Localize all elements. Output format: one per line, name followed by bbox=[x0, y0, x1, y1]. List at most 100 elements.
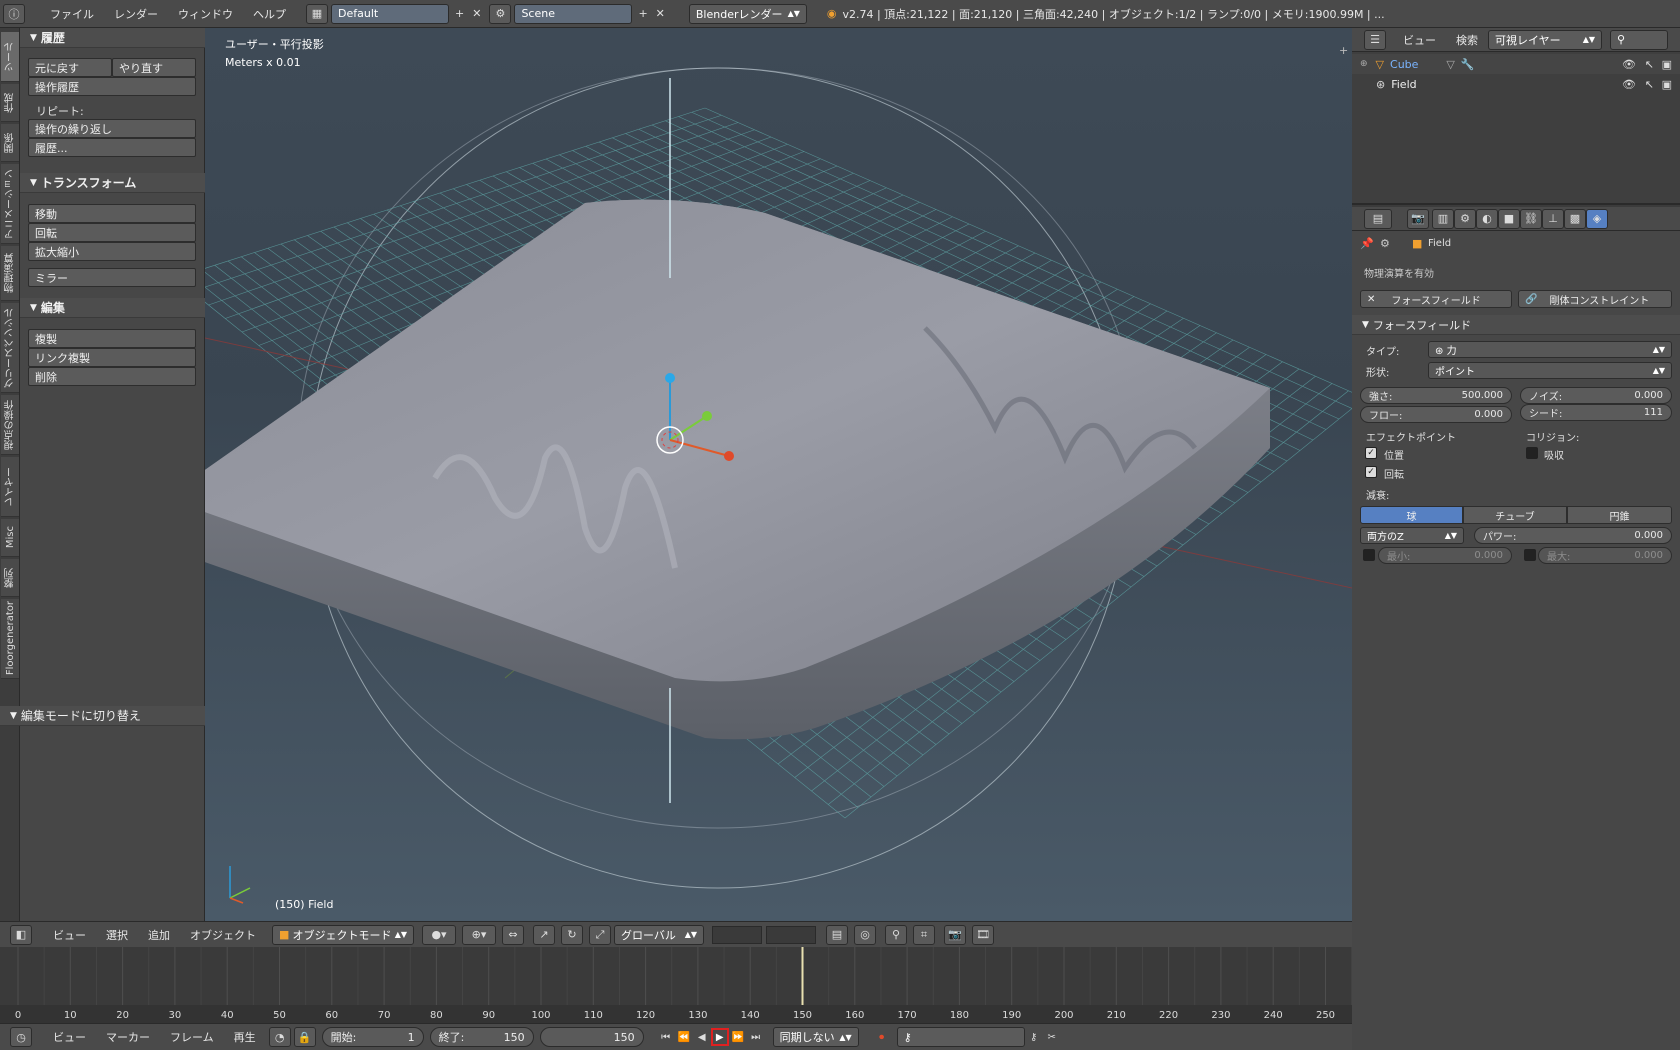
shape-select[interactable]: ポイント ▲▼ bbox=[1428, 362, 1672, 379]
tl-menu-playback[interactable]: 再生 bbox=[224, 1029, 266, 1045]
vtab-1[interactable]: 作成 bbox=[1, 84, 19, 122]
opengl-render-icon[interactable]: 📷 bbox=[944, 924, 966, 945]
world-tab-icon[interactable]: ◐ bbox=[1476, 208, 1498, 229]
rotate-manipulator-icon[interactable]: ↻ bbox=[561, 924, 583, 945]
max-field[interactable]: 最大: 0.000 bbox=[1538, 547, 1672, 564]
render-preview-icon[interactable]: ◎ bbox=[854, 924, 876, 945]
delete-button[interactable]: 削除 bbox=[28, 367, 196, 386]
vp-menu-select[interactable]: 選択 bbox=[96, 927, 138, 943]
mode-panel-header[interactable]: ▼ 編集モードに切り替え bbox=[0, 706, 205, 726]
lock-time-icon[interactable]: 🔒 bbox=[293, 1027, 316, 1047]
duplicate-linked-button[interactable]: リンク複製 bbox=[28, 348, 196, 367]
record-icon[interactable]: ⏺ bbox=[873, 1028, 891, 1046]
force-field-remove-button[interactable]: ✕ フォースフィールド bbox=[1360, 290, 1512, 308]
falloff-tab-cone[interactable]: 円錐 bbox=[1567, 506, 1672, 524]
shading-select[interactable]: ●▾ bbox=[422, 924, 456, 945]
mirror-button[interactable]: ミラー bbox=[28, 268, 196, 287]
undo-button[interactable]: 元に戻す bbox=[28, 58, 112, 77]
visibility-eye-icon[interactable]: 👁 bbox=[1622, 78, 1636, 91]
undo-history-button[interactable]: 操作履歴 bbox=[28, 77, 196, 96]
vp-menu-object[interactable]: オブジェクト bbox=[180, 927, 266, 943]
vtab-2[interactable]: 関係 bbox=[1, 124, 19, 162]
strength-field[interactable]: 強さ: 500.000 bbox=[1360, 387, 1512, 404]
render-camera-icon[interactable]: ▣ bbox=[1662, 58, 1672, 71]
min-field[interactable]: 最小: 0.000 bbox=[1378, 547, 1512, 564]
noise-field[interactable]: ノイズ: 0.000 bbox=[1520, 387, 1672, 404]
layer-buttons-2[interactable] bbox=[766, 925, 816, 944]
absorb-checkbox[interactable] bbox=[1526, 447, 1538, 459]
falloff-tab-tube[interactable]: チューブ bbox=[1463, 506, 1567, 524]
scale-button[interactable]: 拡大縮小 bbox=[28, 242, 196, 261]
screen-layout-field[interactable]: Default bbox=[331, 3, 449, 24]
use-min-checkbox[interactable] bbox=[1363, 549, 1375, 561]
object-name[interactable]: Cube bbox=[1390, 58, 1418, 71]
outliner-menu-view[interactable]: ビュー bbox=[1393, 32, 1446, 48]
type-select[interactable]: ⊛ 力 ▲▼ bbox=[1428, 341, 1672, 358]
render-engine-select[interactable]: Blenderレンダー ▲▼ bbox=[688, 3, 807, 24]
start-frame-field[interactable]: 開始: 1 bbox=[321, 1027, 424, 1047]
outliner-row-cube[interactable]: ⊕ ▽ Cube ▽ 🔧 👁 ↖ ▣ bbox=[1352, 54, 1680, 74]
preview-range-icon[interactable]: ◔ bbox=[268, 1027, 291, 1047]
play-reverse-icon[interactable]: ◀ bbox=[693, 1028, 711, 1046]
scene-tab-icon[interactable]: ⚙ bbox=[1454, 208, 1476, 229]
outliner-row-field[interactable]: ⊛ Field 👁 ↖ ▣ bbox=[1352, 74, 1680, 94]
vtab-3[interactable]: アニメーション bbox=[1, 164, 19, 244]
use-max-checkbox[interactable] bbox=[1524, 549, 1536, 561]
jump-keyframe-back-icon[interactable]: ⏪ bbox=[675, 1028, 693, 1046]
editor-type-icon[interactable]: ◧ bbox=[10, 924, 32, 945]
timeline-editor-icon[interactable]: ◷ bbox=[10, 1027, 32, 1047]
redo-button[interactable]: やり直す bbox=[112, 58, 196, 77]
pivot-select[interactable]: ⊕▾ bbox=[462, 924, 496, 945]
object-tab-icon[interactable]: ■ bbox=[1498, 208, 1520, 229]
object-name[interactable]: Field bbox=[1391, 78, 1416, 91]
repeat-history-button[interactable]: 履歴... bbox=[28, 138, 196, 157]
vtab-7[interactable]: レイヤー bbox=[1, 457, 19, 517]
vtab-4[interactable]: 物理演算 bbox=[1, 246, 19, 301]
jump-end-icon[interactable]: ⏭ bbox=[747, 1028, 765, 1046]
select-arrow-icon[interactable]: ↖ bbox=[1645, 58, 1654, 71]
3d-viewport[interactable]: ユーザー・平行投影 Meters x 0.01 (150) Field + bbox=[205, 28, 1352, 921]
layer-buttons-1[interactable] bbox=[712, 925, 762, 944]
vtab-5[interactable]: グリースペンシル bbox=[1, 303, 19, 393]
add-scene-button[interactable]: + bbox=[632, 4, 653, 24]
render-camera-icon[interactable]: ▣ bbox=[1662, 78, 1672, 91]
flow-field[interactable]: フロー: 0.000 bbox=[1360, 406, 1512, 423]
end-frame-field[interactable]: 終了: 150 bbox=[429, 1027, 534, 1047]
vtab-0[interactable]: ツール bbox=[1, 32, 19, 82]
seed-field[interactable]: シード: 111 bbox=[1520, 404, 1672, 421]
vtab-6[interactable]: 視点の操作 bbox=[1, 395, 19, 455]
remove-scene-button[interactable]: ✕ bbox=[654, 4, 667, 24]
scene-field[interactable]: Scene bbox=[514, 3, 633, 24]
texture-tab-icon[interactable]: ▩ bbox=[1564, 208, 1586, 229]
remove-layout-button[interactable]: ✕ bbox=[470, 4, 483, 24]
play-icon[interactable]: ▶ bbox=[710, 1028, 729, 1046]
outliner-search-input[interactable]: ⚲ bbox=[1610, 29, 1668, 50]
tl-menu-frame[interactable]: フレーム bbox=[160, 1029, 224, 1045]
render-tab-icon[interactable]: 📷 bbox=[1407, 208, 1429, 229]
snap-toggle-icon[interactable]: ⚲ bbox=[885, 924, 907, 945]
expand-icon[interactable]: + bbox=[1339, 44, 1348, 57]
sync-select[interactable]: 同期しない ▲▼ bbox=[772, 1027, 859, 1047]
rotation-checkbox[interactable]: ✓ bbox=[1365, 466, 1377, 478]
vtab-9[interactable]: 整列 bbox=[1, 559, 19, 597]
delete-keyframe-icon[interactable]: ✂ bbox=[1043, 1028, 1061, 1046]
falloff-tab-sphere[interactable]: 球 bbox=[1360, 506, 1463, 524]
edit-panel-header[interactable]: ▼ 編集 bbox=[20, 298, 205, 318]
history-panel-header[interactable]: ▼ 履歴 bbox=[20, 28, 205, 48]
menu-file[interactable]: ファイル bbox=[40, 6, 104, 22]
repeat-last-button[interactable]: 操作の繰り返し bbox=[28, 119, 196, 138]
vp-menu-add[interactable]: 追加 bbox=[138, 927, 180, 943]
jump-keyframe-forward-icon[interactable]: ⏩ bbox=[729, 1028, 747, 1046]
keying-set-field[interactable]: ⚷ bbox=[896, 1027, 1025, 1047]
orientation-select[interactable]: グローバル ▲▼ bbox=[614, 924, 704, 945]
outliner-filter-select[interactable]: 可視レイヤー ▲▼ bbox=[1488, 29, 1602, 50]
add-layout-button[interactable]: + bbox=[449, 4, 470, 24]
insert-keyframe-icon[interactable]: ⚷ bbox=[1025, 1028, 1043, 1046]
manipulator-toggle-icon[interactable]: ⇔ bbox=[502, 924, 524, 945]
select-arrow-icon[interactable]: ↖ bbox=[1645, 78, 1654, 91]
physics-tab-icon[interactable]: ◈ bbox=[1586, 208, 1608, 229]
translate-manipulator-icon[interactable]: ↗ bbox=[533, 924, 555, 945]
properties-editor-icon[interactable]: ▤ bbox=[1364, 208, 1392, 229]
info-editor-icon[interactable]: ⓘ bbox=[3, 3, 25, 24]
lock-layers-icon[interactable]: ▤ bbox=[826, 924, 848, 945]
